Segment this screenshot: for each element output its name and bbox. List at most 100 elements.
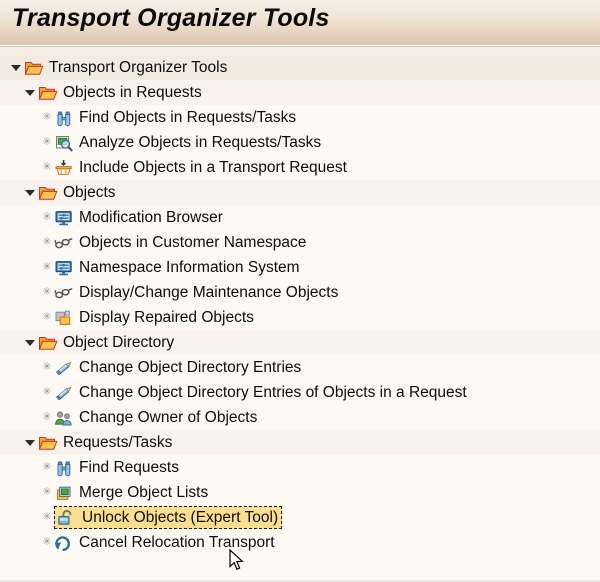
tree-item-label: Namespace Information System	[79, 259, 300, 276]
tree-item-label: Objects in Requests	[63, 84, 202, 101]
tree-leaf-marker-icon: ✳	[42, 161, 52, 173]
tree-item-label: Display Repaired Objects	[79, 309, 254, 326]
tree-item-label: Modification Browser	[79, 209, 223, 226]
tree-item-row[interactable]: ✳ Find Requests	[0, 455, 600, 480]
tree-item-row[interactable]: ✳ Objects in Customer Namespace	[0, 230, 600, 255]
pencil-icon	[54, 384, 75, 402]
tree-item-content[interactable]: Find Objects in Requests/Tasks	[54, 105, 296, 130]
tree-leaf-marker-icon: ✳	[42, 411, 52, 423]
tree-item-content[interactable]: Find Requests	[54, 455, 179, 480]
tree-item-label: Analyze Objects in Requests/Tasks	[79, 134, 322, 151]
basket-import-icon	[54, 159, 75, 177]
magnifier-document-icon	[54, 134, 75, 152]
tree-item-label: Object Directory	[63, 334, 175, 351]
tree-item-content[interactable]: Requests/Tasks	[38, 430, 172, 455]
tree-item-label: Find Requests	[79, 459, 179, 476]
tree-item-label: Change Owner of Objects	[79, 409, 258, 426]
chevron-down-icon[interactable]	[22, 430, 38, 455]
unlock-icon	[57, 509, 78, 527]
tree-leaf-marker-icon: ✳	[42, 261, 52, 273]
chevron-down-icon[interactable]	[22, 330, 38, 355]
tree-item-content[interactable]: Analyze Objects in Requests/Tasks	[54, 130, 321, 155]
tree-item-label: Find Objects in Requests/Tasks	[79, 109, 297, 126]
tree-item-row[interactable]: ✳ Modification Browser	[0, 205, 600, 230]
chain-links-icon	[54, 284, 75, 302]
tree-item-content[interactable]: Merge Object Lists	[54, 480, 208, 505]
tree-item-label: Include Objects in a Transport Request	[79, 159, 347, 176]
tree-leaf-marker-icon: ✳	[42, 461, 52, 473]
tree-leaf-marker-icon: ✳	[42, 236, 52, 248]
tree-item-content[interactable]: Display Repaired Objects	[54, 305, 254, 330]
folder-open-icon	[24, 59, 45, 77]
tree-item-row[interactable]: ✳ Namespace Information System	[0, 255, 600, 280]
tree-item-label: Requests/Tasks	[63, 434, 173, 451]
tree-item-content[interactable]: Change Object Directory Entries of Objec…	[54, 380, 467, 405]
merge-lists-icon	[54, 484, 75, 502]
folder-open-icon	[38, 334, 59, 352]
users-icon	[54, 409, 75, 427]
tree-folder-row[interactable]: Object Directory	[0, 330, 600, 355]
tree-leaf-marker-icon: ✳	[42, 511, 52, 523]
tree-item-row[interactable]: ✳ Change Owner of Objects	[0, 405, 600, 430]
tree-item-label: Merge Object Lists	[79, 484, 209, 501]
tree-folder-row[interactable]: Transport Organizer Tools	[0, 55, 600, 80]
tree-item-content[interactable]: Transport Organizer Tools	[24, 55, 227, 80]
tree-item-row[interactable]: ✳ Merge Object Lists	[0, 480, 600, 505]
chevron-down-icon[interactable]	[22, 80, 38, 105]
tree-leaf-marker-icon: ✳	[42, 136, 52, 148]
tree-item-row[interactable]: ✳ Display Repaired Objects	[0, 305, 600, 330]
tree-item-label: Transport Organizer Tools	[49, 59, 228, 76]
tree-item-row[interactable]: ✳ Analyze Objects in Requests/Tasks	[0, 130, 600, 155]
folder-open-icon	[38, 434, 59, 452]
monitor-icon	[54, 209, 75, 227]
folder-open-icon	[38, 184, 59, 202]
tree-folder-row[interactable]: Objects in Requests	[0, 80, 600, 105]
monitor-icon	[54, 259, 75, 277]
transport-organizer-tools-window: Transport Organizer Tools Transport Orga…	[0, 0, 600, 582]
chevron-down-icon[interactable]	[22, 180, 38, 205]
tree-item-content[interactable]: Cancel Relocation Transport	[54, 530, 275, 555]
tree-item-row[interactable]: ✳ Display/Change Maintenance Objects	[0, 280, 600, 305]
tree-item-label: Change Object Directory Entries of Objec…	[79, 384, 467, 401]
tree-item-content[interactable]: Namespace Information System	[54, 255, 300, 280]
tree-leaf-marker-icon: ✳	[42, 211, 52, 223]
selected-item-highlight[interactable]: Unlock Objects (Expert Tool)	[54, 506, 283, 529]
tree-item-content[interactable]: Change Owner of Objects	[54, 405, 257, 430]
undo-icon	[54, 534, 75, 552]
tree-item-row[interactable]: ✳ Change Object Directory Entries of Obje…	[0, 380, 600, 405]
tree-leaf-marker-icon: ✳	[42, 386, 52, 398]
binoculars-icon	[54, 109, 75, 127]
tree-item-content[interactable]: Objects in Requests	[38, 80, 202, 105]
tree-item-label: Cancel Relocation Transport	[79, 534, 275, 551]
tree-item-content[interactable]: Objects in Customer Namespace	[54, 230, 306, 255]
tree-item-content[interactable]: Change Object Directory Entries	[54, 355, 301, 380]
tree-item-row[interactable]: ✳ Cancel Relocation Transport	[0, 530, 600, 555]
tree-leaf-marker-icon: ✳	[42, 111, 52, 123]
tree-item-row[interactable]: ✳ Change Object Directory Entries	[0, 355, 600, 380]
page-title: Transport Organizer Tools	[12, 4, 330, 32]
window-titlebar: Transport Organizer Tools	[0, 0, 600, 45]
tree-item-content[interactable]: Objects	[38, 180, 116, 205]
folder-open-icon	[38, 84, 59, 102]
tree-leaf-marker-icon: ✳	[42, 536, 52, 548]
tree-item-label: Unlock Objects (Expert Tool)	[82, 509, 279, 526]
binoculars-icon	[54, 459, 75, 477]
tree-item-content[interactable]: Modification Browser	[54, 205, 223, 230]
tree-item-content[interactable]: Display/Change Maintenance Objects	[54, 280, 338, 305]
tree-leaf-marker-icon: ✳	[42, 486, 52, 498]
repaired-objects-icon	[54, 309, 75, 327]
pencil-icon	[54, 359, 75, 377]
tool-tree[interactable]: Transport Organizer Tools Objects in Requ…	[0, 55, 600, 555]
tree-item-content[interactable]: Include Objects in a Transport Request	[54, 155, 347, 180]
tree-item-row[interactable]: ✳ Unlock Objects (Expert Tool)	[0, 505, 600, 530]
tree-item-row[interactable]: ✳ Find Objects in Requests/Tasks	[0, 105, 600, 130]
header-spacer	[0, 47, 600, 55]
chain-links-icon	[54, 234, 75, 252]
tree-item-row[interactable]: ✳ Include Objects in a Transport Request	[0, 155, 600, 180]
tree-item-content[interactable]: Object Directory	[38, 330, 174, 355]
chevron-down-icon[interactable]	[8, 55, 24, 80]
tree-leaf-marker-icon: ✳	[42, 361, 52, 373]
tree-folder-row[interactable]: Objects	[0, 180, 600, 205]
tree-leaf-marker-icon: ✳	[42, 311, 52, 323]
tree-folder-row[interactable]: Requests/Tasks	[0, 430, 600, 455]
